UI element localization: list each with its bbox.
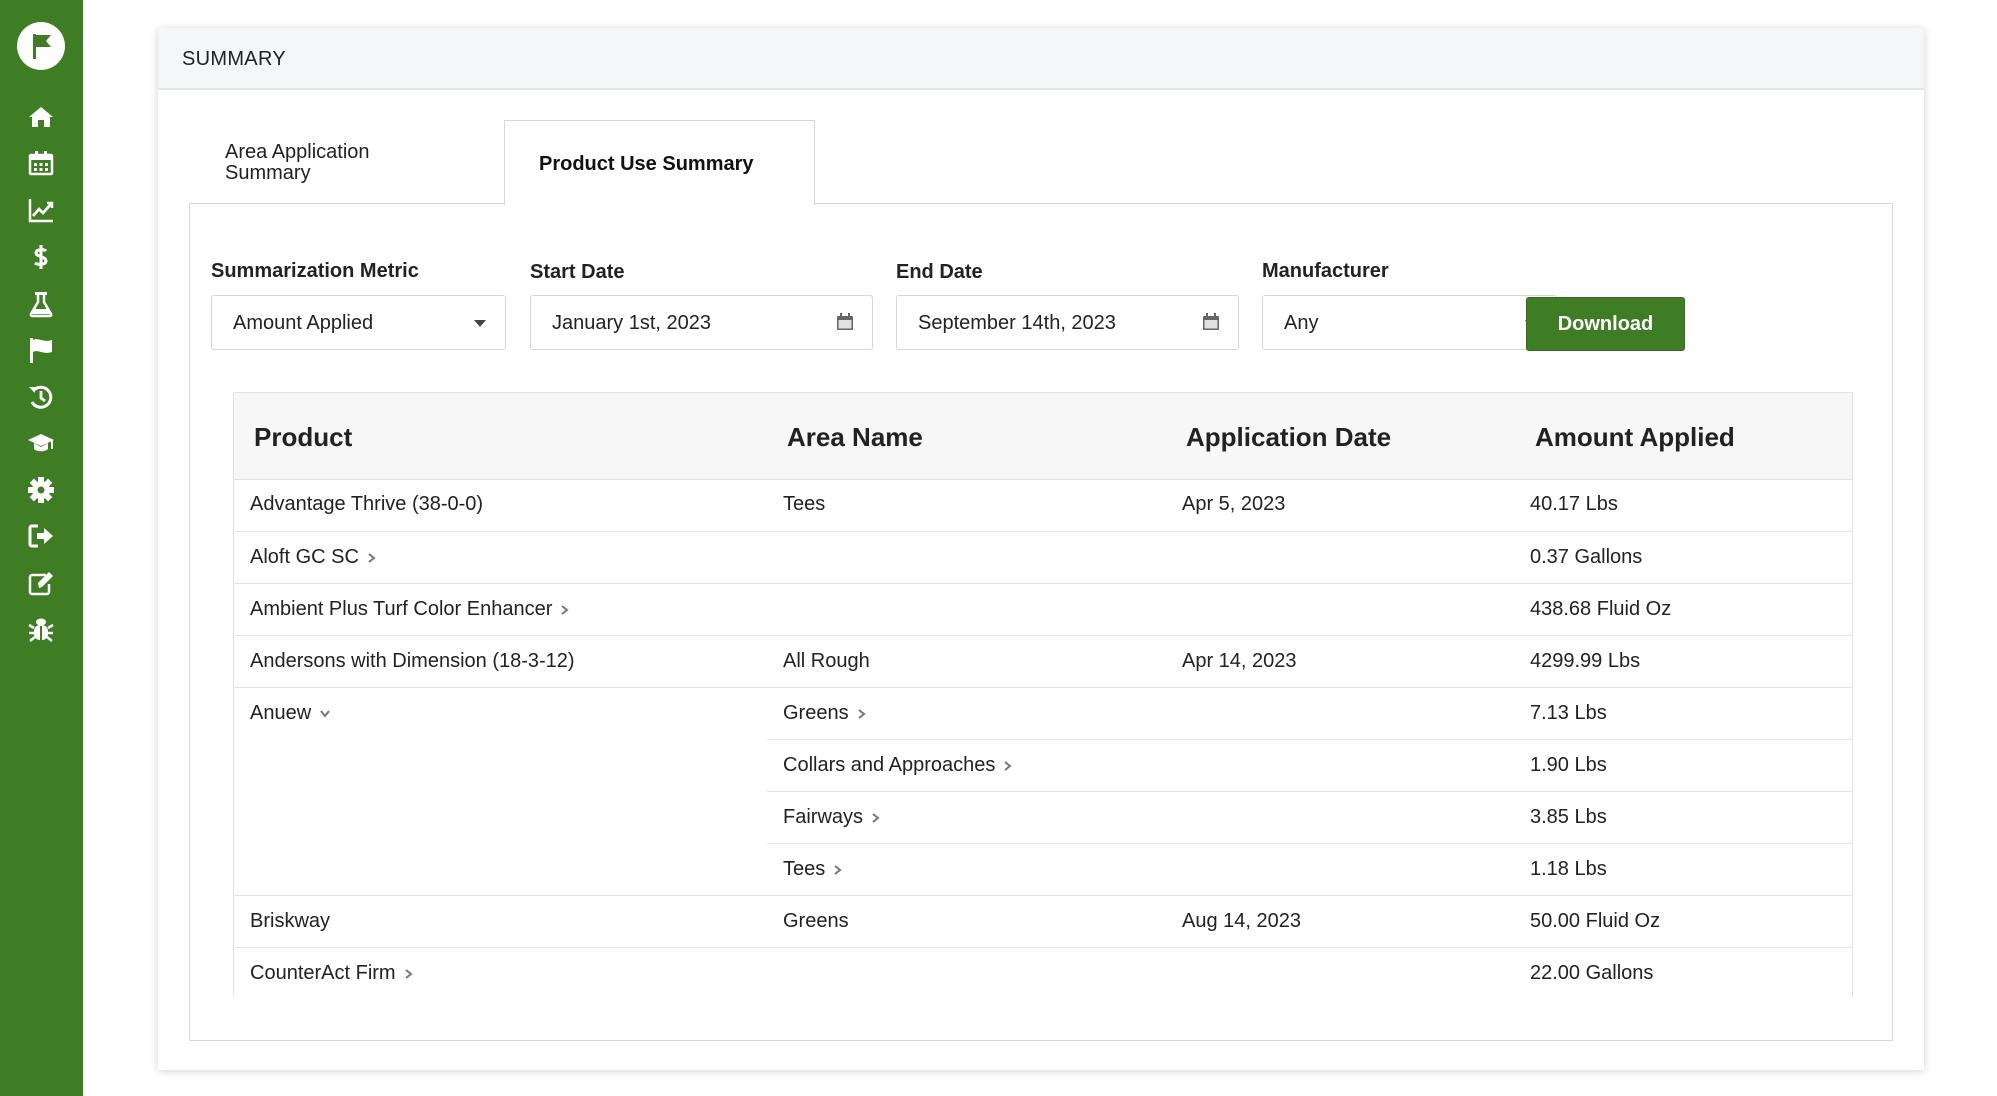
dollar-icon[interactable] — [22, 238, 60, 276]
chevron-right-icon[interactable] — [857, 708, 866, 720]
gear-icon[interactable] — [22, 471, 60, 509]
product-cell[interactable]: Aloft GC SC — [250, 546, 376, 569]
metric-value: Amount Applied — [233, 312, 374, 334]
amount-cell: 1.90 Lbs — [1530, 754, 1607, 776]
manufacturer-label: Manufacturer — [1262, 260, 1389, 282]
chevron-right-icon[interactable] — [404, 968, 413, 980]
amount-cell: 0.37 Gallons — [1530, 546, 1643, 568]
table-row[interactable]: Advantage Thrive (38-0-0) Tees Apr 5, 20… — [234, 479, 1852, 531]
table-row[interactable]: Collars and Approaches 1.90 Lbs — [234, 740, 1852, 792]
manufacturer-select[interactable]: Any — [1262, 295, 1557, 350]
table-row[interactable]: Aloft GC SC 0.37 Gallons — [234, 532, 1852, 584]
date-cell: Apr 14, 2023 — [1182, 650, 1297, 672]
date-cell: Apr 5, 2023 — [1182, 493, 1286, 515]
flask-icon[interactable] — [22, 285, 60, 323]
summary-card: SUMMARY Area Application Summary Product… — [158, 28, 1924, 1070]
amount-cell: 7.13 Lbs — [1530, 702, 1607, 724]
chevron-right-icon[interactable] — [871, 812, 880, 824]
flag-logo-icon[interactable] — [17, 22, 65, 70]
product-name: CounterAct Firm — [250, 962, 396, 984]
table-header: Product Area Name Application Date Amoun… — [234, 393, 1852, 480]
chevron-right-icon[interactable] — [367, 552, 376, 564]
table-row[interactable]: Briskway Greens Aug 14, 2023 50.00 Fluid… — [234, 896, 1852, 948]
start-date-value: January 1st, 2023 — [552, 312, 711, 334]
flag-icon[interactable] — [22, 331, 60, 369]
amount-cell: 40.17 Lbs — [1530, 493, 1618, 515]
amount-cell: 22.00 Gallons — [1530, 962, 1654, 984]
product-cell: Andersons with Dimension (18-3-12) — [250, 650, 575, 672]
table-row[interactable]: Andersons with Dimension (18-3-12) All R… — [234, 636, 1852, 688]
start-date-input[interactable]: January 1st, 2023 — [530, 295, 873, 350]
column-header-application-date[interactable]: Application Date — [1186, 422, 1391, 453]
tab-label: Product Use Summary — [539, 153, 754, 175]
product-name: Aloft GC SC — [250, 546, 359, 568]
area-cell[interactable]: Greens — [783, 702, 866, 725]
edit-icon[interactable] — [22, 564, 60, 602]
area-name: Greens — [783, 702, 849, 724]
amount-cell: 4299.99 Lbs — [1530, 650, 1641, 672]
product-name: Ambient Plus Turf Color Enhancer — [250, 598, 553, 620]
manufacturer-value: Any — [1284, 312, 1319, 334]
card-header: SUMMARY — [158, 28, 1924, 90]
chevron-right-icon[interactable] — [833, 864, 842, 876]
calendar-icon[interactable] — [1201, 312, 1221, 332]
table-row[interactable]: Tees 1.18 Lbs — [234, 844, 1852, 896]
product-use-table: Product Area Name Application Date Amoun… — [233, 392, 1853, 997]
column-header-amount-applied[interactable]: Amount Applied — [1535, 422, 1735, 453]
metric-select[interactable]: Amount Applied — [211, 295, 506, 350]
table-row[interactable]: CounterAct Firm 22.00 Gallons — [234, 948, 1852, 997]
start-date-label: Start Date — [530, 261, 625, 283]
chart-line-icon[interactable] — [22, 191, 60, 229]
history-icon[interactable] — [22, 378, 60, 416]
product-cell[interactable]: Anuew — [250, 702, 331, 725]
calendar-icon[interactable] — [835, 312, 855, 332]
end-date-value: September 14th, 2023 — [918, 312, 1116, 334]
area-cell[interactable]: Tees — [783, 858, 842, 881]
date-cell: Aug 14, 2023 — [1182, 910, 1301, 932]
sign-out-icon[interactable] — [22, 517, 60, 555]
amount-cell: 438.68 Fluid Oz — [1530, 598, 1672, 620]
caret-down-icon — [474, 320, 486, 327]
table-row[interactable]: Anuew Greens 7.13 Lbs — [234, 688, 1852, 740]
product-cell: Advantage Thrive (38-0-0) — [250, 493, 484, 515]
column-header-product[interactable]: Product — [254, 422, 352, 453]
product-cell: Briskway — [250, 910, 331, 932]
metric-label: Summarization Metric — [211, 260, 419, 282]
amount-cell: 1.18 Lbs — [1530, 858, 1607, 880]
product-cell[interactable]: Ambient Plus Turf Color Enhancer — [250, 598, 569, 621]
bug-icon[interactable] — [22, 610, 60, 648]
area-cell[interactable]: Fairways — [783, 806, 880, 829]
table-row[interactable]: Ambient Plus Turf Color Enhancer 438.68 … — [234, 584, 1852, 636]
area-cell: All Rough — [783, 650, 870, 672]
area-name: Fairways — [783, 806, 864, 828]
end-date-input[interactable]: September 14th, 2023 — [896, 295, 1239, 350]
home-icon[interactable] — [22, 98, 60, 136]
sidebar — [0, 0, 83, 1096]
column-header-area-name[interactable]: Area Name — [787, 422, 923, 453]
area-cell: Tees — [783, 493, 826, 515]
card-title: SUMMARY — [182, 48, 286, 70]
area-name: Tees — [783, 858, 826, 880]
table-row[interactable]: Fairways 3.85 Lbs — [234, 792, 1852, 844]
amount-cell: 50.00 Fluid Oz — [1530, 910, 1661, 932]
calendar-icon[interactable] — [22, 144, 60, 182]
chevron-right-icon[interactable] — [1003, 760, 1012, 772]
end-date-label: End Date — [896, 261, 983, 283]
tab-product-use-summary[interactable]: Product Use Summary — [504, 120, 815, 205]
area-cell: Greens — [783, 910, 849, 932]
amount-cell: 3.85 Lbs — [1530, 806, 1607, 828]
area-cell[interactable]: Collars and Approaches — [783, 754, 1012, 777]
graduation-cap-icon[interactable] — [22, 424, 60, 462]
tab-area-application-summary[interactable]: Area Application Summary — [225, 142, 425, 184]
chevron-down-icon[interactable] — [319, 709, 331, 718]
download-button[interactable]: Download — [1526, 297, 1685, 351]
area-name: Collars and Approaches — [783, 754, 996, 776]
chevron-right-icon[interactable] — [560, 604, 569, 616]
product-name: Anuew — [250, 702, 312, 724]
product-cell[interactable]: CounterAct Firm — [250, 962, 413, 985]
